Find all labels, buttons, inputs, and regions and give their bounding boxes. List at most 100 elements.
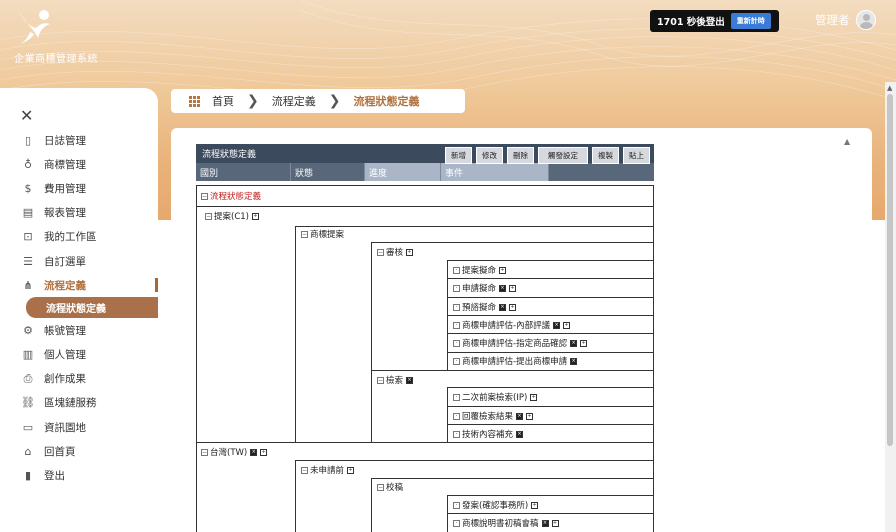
- person-card-icon: ▥: [22, 348, 34, 362]
- tree-event[interactable]: · 商標說明書初稿會稿 × +: [453, 516, 559, 530]
- add-button[interactable]: 新增: [445, 147, 472, 164]
- column-empty: [549, 163, 654, 181]
- bulb-icon: ♁: [23, 157, 33, 171]
- sidebar-item-fee[interactable]: $ 費用管理: [0, 176, 158, 200]
- sidebar-item-account[interactable]: ⚙ 帳號管理: [0, 318, 158, 342]
- column-country: 國別: [196, 163, 291, 181]
- user-name: 管理者: [815, 13, 850, 27]
- tree-node-c1-state[interactable]: − 商標提案: [301, 227, 344, 241]
- breadcrumb-home[interactable]: 首頁: [212, 93, 234, 109]
- brand-logo[interactable]: 企業商標管理系統: [14, 6, 98, 68]
- tree-event[interactable]: · 商標申請評估-內部評議 × +: [453, 318, 571, 332]
- sidebar-item-label: 費用管理: [44, 182, 86, 195]
- sidebar-subitem-workflow-state[interactable]: 流程狀態定義: [26, 297, 158, 319]
- chevron-right-icon: ❯: [328, 93, 341, 109]
- workflow-tree: − 流程狀態定義 − 提案(C1) + − 商標提案 − 審核 + · 提案擬命 + · 申請擬命…: [196, 185, 654, 532]
- copy-button[interactable]: 複製: [592, 147, 619, 164]
- sidebar-item-label: 創作成果: [44, 373, 86, 386]
- tree-node-draft[interactable]: − 校稿: [377, 480, 403, 494]
- home-icon: ⌂: [24, 444, 32, 458]
- news-icon: ▭: [22, 420, 34, 434]
- sidebar-item-logout[interactable]: ▮ 登出: [0, 463, 158, 487]
- dollar-icon: $: [24, 181, 32, 195]
- sidebar-item-label: 登出: [44, 470, 65, 483]
- trigger-settings-button[interactable]: 觸發設定: [538, 147, 588, 164]
- gear-icon: ⚙: [23, 323, 33, 337]
- sidebar-menu: ▯ 日誌管理 ♁ 商標管理 $ 費用管理 ▤ 報表管理 ⊡ 我的工作區 ☰ 自訂選單 ⋔ 流程…: [0, 128, 158, 488]
- sidebar-item-label: 報表管理: [44, 207, 86, 220]
- workflow-column-headers: 國別 狀態 進度 事件: [196, 163, 654, 181]
- reset-timer-button[interactable]: 重新計時: [730, 13, 771, 29]
- tree-event[interactable]: · 二次前案檢索(IP) +: [453, 390, 538, 404]
- brand-name: 企業商標管理系統: [14, 54, 98, 65]
- scroll-up-icon[interactable]: ▲: [887, 84, 892, 92]
- chevron-right-icon: ❯: [247, 93, 259, 109]
- paste-button[interactable]: 貼上: [623, 147, 650, 164]
- sidebar-item-blockchain[interactable]: ⛓ 區塊鏈服務: [0, 391, 158, 415]
- sidebar-item-report[interactable]: ▤ 報表管理: [0, 201, 158, 225]
- page-scrollbar[interactable]: ▲: [885, 82, 896, 532]
- grid-icon: [189, 95, 200, 107]
- logo-icon: [18, 10, 50, 44]
- breadcrumb-current: 流程狀態定義: [353, 95, 420, 108]
- clipboard-icon: ▤: [22, 206, 34, 220]
- tree-event[interactable]: · 技術內容補充 ×: [453, 427, 524, 441]
- sidebar-item-label: 資訊園地: [44, 421, 86, 434]
- tree-node-tw-state[interactable]: − 未申請前 +: [301, 463, 355, 477]
- sidebar-item-label: 流程定義: [44, 279, 86, 292]
- logout-icon: ▮: [24, 469, 32, 483]
- sidebar-item-home[interactable]: ⌂ 回首頁: [0, 439, 158, 463]
- sidebar: ✕ ▯ 日誌管理 ♁ 商標管理 $ 費用管理 ▤ 報表管理 ⊡ 我的工作區 ☰ 自訂選單 ⋔…: [0, 88, 158, 532]
- chain-icon: ⛓: [21, 396, 35, 410]
- tree-event[interactable]: · 提案擬命 +: [453, 263, 507, 277]
- sidebar-item-label: 區塊鏈服務: [44, 397, 97, 410]
- timer-text: 1701 秒後登出: [657, 17, 725, 28]
- sidebar-item-label: 商標管理: [44, 158, 86, 171]
- tree-event[interactable]: · 發案(確認事務所) +: [453, 498, 539, 512]
- breadcrumb: 首頁 ❯ 流程定義 ❯ 流程狀態定義: [171, 89, 465, 113]
- sidebar-item-news[interactable]: ▭ 資訊園地: [0, 415, 158, 439]
- tree-node-tw[interactable]: − 台灣(TW) × +: [201, 445, 268, 459]
- briefcase-icon: ⊡: [23, 230, 33, 244]
- column-status: 狀態: [291, 163, 365, 181]
- journal-icon: ▯: [24, 133, 32, 147]
- workflow-title: 流程狀態定義: [202, 150, 257, 160]
- column-progress: 進度: [365, 163, 441, 181]
- sidebar-item-personal[interactable]: ▥ 個人管理: [0, 343, 158, 367]
- tree-event[interactable]: · 預諮擬命 × +: [453, 300, 517, 314]
- sidebar-item-label: 流程狀態定義: [46, 304, 106, 316]
- edit-button[interactable]: 修改: [476, 147, 503, 164]
- session-timer: 1701 秒後登出 重新計時: [650, 10, 779, 32]
- tree-event[interactable]: · 申請擬命 × +: [453, 281, 517, 295]
- sidebar-item-custom-menu[interactable]: ☰ 自訂選單: [0, 249, 158, 273]
- delete-button[interactable]: 刪除: [507, 147, 534, 164]
- workflow-toolbar: 流程狀態定義 新增 修改 刪除 觸發設定 複製 貼上: [196, 144, 654, 164]
- workflow-editor: 流程狀態定義 新增 修改 刪除 觸發設定 複製 貼上 國別 狀態 進度 事件 −…: [196, 144, 654, 532]
- sidebar-item-workflow[interactable]: ⋔ 流程定義: [0, 273, 158, 297]
- breadcrumb-level1[interactable]: 流程定義: [272, 93, 316, 109]
- tree-root[interactable]: − 流程狀態定義: [201, 189, 261, 203]
- user-menu[interactable]: 管理者: [815, 10, 876, 30]
- sidebar-item-label: 日誌管理: [44, 134, 86, 147]
- tree-node-c1[interactable]: − 提案(C1) +: [205, 209, 259, 223]
- tree-event[interactable]: · 商標申請評估-指定商品確認 × +: [453, 336, 588, 350]
- sidebar-item-label: 自訂選單: [44, 255, 86, 268]
- tree-event[interactable]: · 回覆檢索結果 × +: [453, 409, 534, 423]
- sidebar-item-label: 個人管理: [44, 349, 86, 362]
- sidebar-item-trademark[interactable]: ♁ 商標管理: [0, 152, 158, 176]
- result-icon: ⎙: [23, 371, 33, 385]
- panel-scroll-up-icon[interactable]: ▲: [844, 137, 850, 146]
- tree-node-search[interactable]: − 檢索 ×: [377, 373, 414, 387]
- avatar[interactable]: [855, 10, 876, 30]
- sidebar-item-creation[interactable]: ⎙ 創作成果: [0, 367, 158, 391]
- column-event: 事件: [441, 163, 549, 181]
- sidebar-item-workspace[interactable]: ⊡ 我的工作區: [0, 225, 158, 249]
- sidebar-item-label: 回首頁: [44, 445, 76, 458]
- sitemap-icon: ⋔: [23, 278, 33, 292]
- list-icon: ☰: [23, 254, 33, 268]
- tree-event[interactable]: · 商標申請評估-提出商標申請 ×: [453, 354, 578, 368]
- tree-node-review[interactable]: − 審核 +: [377, 245, 414, 259]
- scrollbar-thumb[interactable]: [887, 94, 893, 446]
- close-icon[interactable]: ✕: [20, 106, 33, 125]
- sidebar-item-journal[interactable]: ▯ 日誌管理: [0, 128, 158, 152]
